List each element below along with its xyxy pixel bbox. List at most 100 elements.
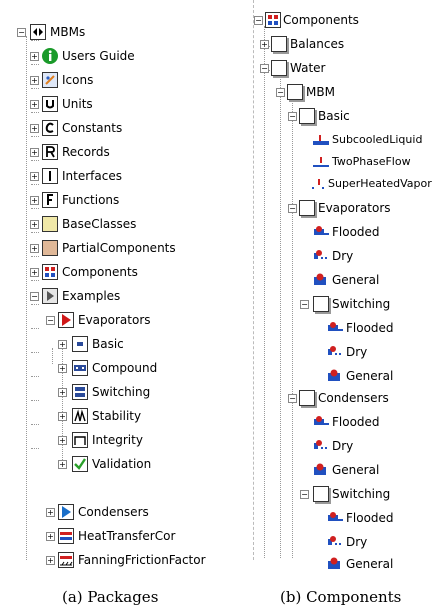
expand-toggle[interactable]: + (58, 388, 67, 397)
tree-item-icons[interactable]: + Icons (30, 72, 170, 90)
collapse-toggle[interactable]: − (46, 316, 55, 325)
tree-item-cond-switching[interactable]: − Switching (300, 486, 440, 504)
expand-toggle[interactable]: + (30, 148, 39, 157)
expand-toggle[interactable]: + (30, 220, 39, 229)
folder-icon (271, 36, 287, 52)
stability-icon (72, 408, 88, 424)
collapse-toggle[interactable]: − (254, 16, 263, 25)
tree-item-records[interactable]: + Records (30, 144, 170, 162)
expand-toggle[interactable]: + (30, 76, 39, 85)
tree-item-evap-switching[interactable]: − Switching (300, 296, 440, 314)
tree-item-constants[interactable]: + Constants (30, 120, 170, 138)
tree-item-cond-sw-general[interactable]: General (318, 556, 438, 574)
tree-item-units[interactable]: + Units (30, 96, 170, 114)
expand-toggle[interactable]: + (30, 244, 39, 253)
collapse-toggle[interactable]: − (30, 292, 39, 301)
tree-item-evap-sw-dry[interactable]: Dry (318, 344, 438, 362)
expand-toggle[interactable]: + (30, 124, 39, 133)
collapse-toggle[interactable]: − (300, 490, 309, 499)
tree-item-cond-general[interactable]: General (304, 462, 424, 480)
tree-item-evap-general[interactable]: General (304, 272, 424, 290)
expand-toggle[interactable]: + (30, 100, 39, 109)
tree-item-label: Integrity (92, 433, 143, 447)
tree-item-mbms[interactable]: − MBMs (16, 24, 136, 42)
tree-item-label: Dry (332, 249, 354, 263)
tree-item-functions[interactable]: + Functions (30, 192, 170, 210)
tree-item-label: Components (283, 13, 359, 27)
tree-item-label: Units (62, 97, 93, 111)
tree-item-fanning-friction-factor[interactable]: + FanningFrictionFactor (46, 552, 226, 570)
tree-item-two-phase-flow[interactable]: TwoPhaseFlow (304, 154, 444, 172)
collapse-toggle[interactable]: − (288, 204, 297, 213)
expand-toggle[interactable]: + (30, 52, 39, 61)
folder-icon (313, 296, 329, 312)
expand-toggle[interactable]: + (46, 556, 55, 565)
expand-toggle[interactable]: + (30, 268, 39, 277)
tree-item-water[interactable]: − Water (260, 60, 420, 78)
tree-item-label: Users Guide (62, 49, 135, 63)
compound-icon (72, 360, 88, 376)
tree-item-condensers[interactable]: + Condensers (46, 504, 186, 522)
expand-toggle[interactable]: + (30, 172, 39, 181)
tree-item-label: Condensers (318, 391, 389, 405)
collapse-toggle[interactable]: − (276, 88, 285, 97)
collapse-toggle[interactable]: − (17, 28, 26, 37)
tree-item-label: Validation (92, 457, 152, 471)
tree-item-basic-models[interactable]: − Basic (288, 108, 428, 126)
tree-item-condenser-models[interactable]: − Condensers (288, 390, 428, 408)
tree-item-examples[interactable]: − Examples (30, 288, 170, 306)
tree-item-cond-sw-flooded[interactable]: Flooded (318, 510, 438, 528)
tree-item-heat-transfer-cor[interactable]: + HeatTransferCor (46, 528, 226, 546)
friction-icon (58, 552, 74, 568)
collapse-toggle[interactable]: − (260, 64, 269, 73)
collapse-toggle[interactable]: − (288, 394, 297, 403)
tree-item-basic[interactable]: + Basic (58, 336, 178, 354)
pump-icon (326, 556, 342, 572)
tree-item-switching[interactable]: + Switching (58, 384, 178, 402)
tree-item-cond-sw-dry[interactable]: Dry (318, 534, 438, 552)
tree-item-label: Balances (290, 37, 345, 51)
tree-item-compound[interactable]: + Compound (58, 360, 178, 378)
tree-item-mbm[interactable]: − MBM (276, 84, 416, 102)
tree-item-superheated-vapor[interactable]: SuperHeatedVapor (304, 176, 446, 194)
tree-item-evap-dry[interactable]: Dry (304, 248, 424, 266)
tree-item-evap-sw-flooded[interactable]: Flooded (318, 320, 438, 338)
tree-item-label: Water (290, 61, 326, 75)
tree-item-components-root[interactable]: − Components (254, 12, 434, 30)
tree-item-integrity[interactable]: + Integrity (58, 432, 178, 450)
tree-item-label: Condensers (78, 505, 149, 519)
tree-item-components[interactable]: + Components (30, 264, 170, 282)
tree-item-interfaces[interactable]: + Interfaces (30, 168, 170, 186)
constants-icon (42, 120, 58, 136)
expand-toggle[interactable]: + (260, 40, 269, 49)
collapse-toggle[interactable]: − (300, 300, 309, 309)
tree-item-users-guide[interactable]: + Users Guide (30, 48, 170, 66)
expand-toggle[interactable]: + (58, 340, 67, 349)
pump-icon (326, 344, 342, 360)
expand-toggle[interactable]: + (58, 412, 67, 421)
tree-item-cond-flooded[interactable]: Flooded (304, 414, 424, 432)
tree-item-stability[interactable]: + Stability (58, 408, 178, 426)
tree-item-evap-sw-general[interactable]: General (318, 368, 438, 386)
tree-item-subcooled-liquid[interactable]: SubcooledLiquid (304, 132, 444, 150)
tree-item-label: SubcooledLiquid (332, 133, 423, 146)
tree-item-evaporators[interactable]: − Evaporators (46, 312, 186, 330)
expand-toggle[interactable]: + (58, 436, 67, 445)
tree-item-partial-components[interactable]: + PartialComponents (30, 240, 200, 258)
expand-toggle[interactable]: + (58, 460, 67, 469)
collapse-toggle[interactable]: − (288, 112, 297, 121)
package-icon (30, 24, 46, 40)
play-icon (58, 504, 74, 520)
tree-item-validation[interactable]: + Validation (58, 456, 178, 474)
tree-item-cond-dry[interactable]: Dry (304, 438, 424, 456)
expand-toggle[interactable]: + (46, 508, 55, 517)
tree-item-label: Flooded (346, 511, 394, 525)
tree-item-balances[interactable]: + Balances (260, 36, 420, 54)
tree-item-evap-flooded[interactable]: Flooded (304, 224, 424, 242)
tree-item-evaporator-models[interactable]: − Evaporators (288, 200, 428, 218)
tree-item-label: MBM (306, 85, 335, 99)
tree-item-base-classes[interactable]: + BaseClasses (30, 216, 170, 234)
expand-toggle[interactable]: + (58, 364, 67, 373)
expand-toggle[interactable]: + (30, 196, 39, 205)
expand-toggle[interactable]: + (46, 532, 55, 541)
